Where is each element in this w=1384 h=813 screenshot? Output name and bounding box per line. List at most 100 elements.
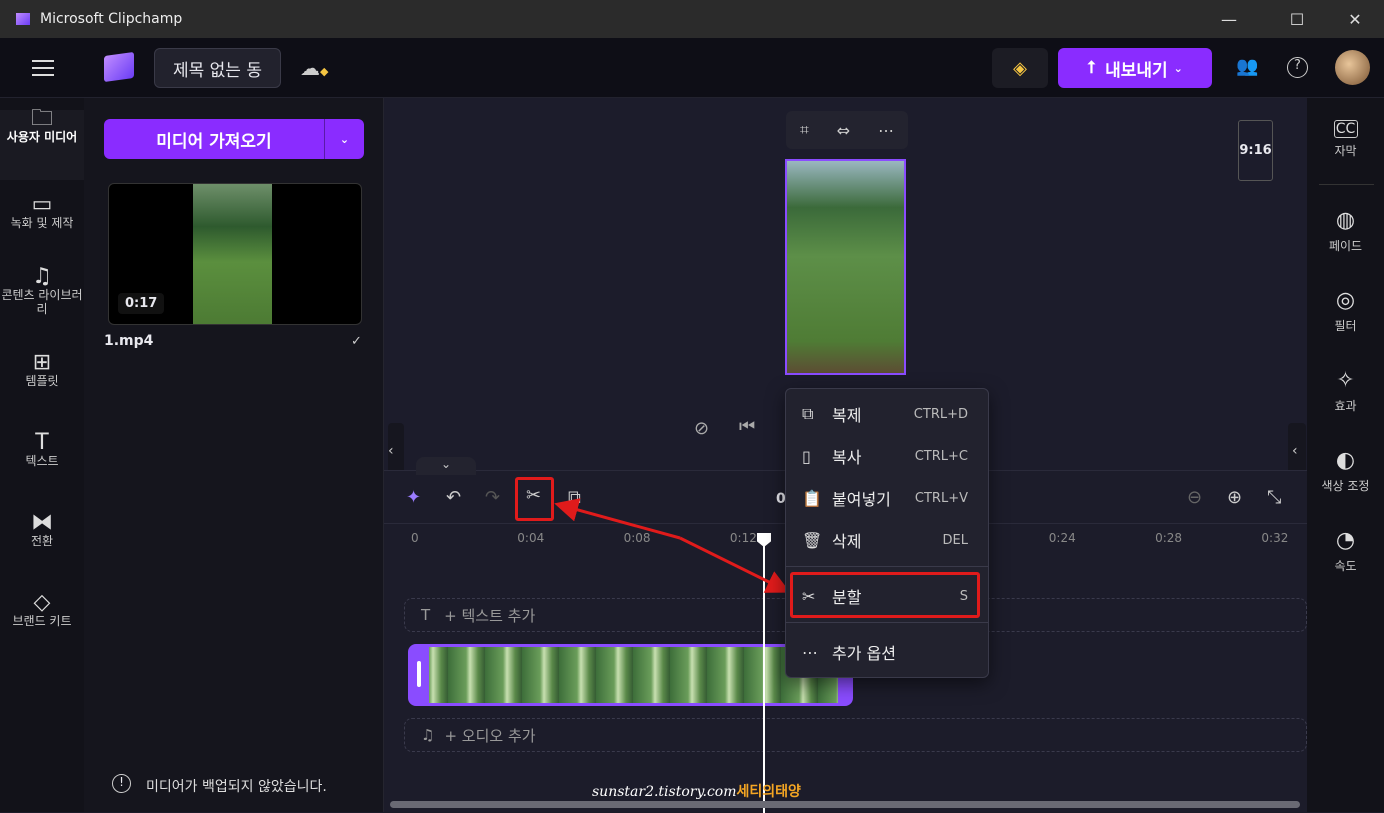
fade-icon: ◍ (1335, 208, 1356, 233)
menu-item-label: 추가 옵션 (832, 644, 896, 663)
fit-icon[interactable]: ⇔ (837, 121, 850, 140)
playhead[interactable] (763, 533, 765, 813)
menu-shortcut: CTRL+D (913, 406, 968, 422)
camera-icon: ▭ (31, 192, 53, 217)
tick-label: 0:24 (1048, 531, 1076, 545)
window-title: Microsoft Clipchamp (40, 11, 183, 27)
more-icon: ⋯ (802, 642, 818, 662)
playhead-handle[interactable] (757, 533, 771, 547)
watermark-site: sunstar2.tistory.com (592, 784, 737, 800)
nav-record-create[interactable]: ▭ 녹화 및 제작 (0, 192, 84, 231)
more-icon[interactable]: ⋯ (878, 121, 894, 140)
nav-label: 사용자 미디어 (6, 130, 78, 144)
nav-effects[interactable]: ✧ 효과 (1307, 368, 1384, 414)
cloud-off-icon[interactable]: ☁◆ (300, 56, 328, 80)
tick-label: 0:32 (1261, 531, 1289, 545)
nav-captions[interactable]: CC 자막 (1307, 120, 1384, 159)
menu-item-duplicate[interactable]: ⧉ 복제 CTRL+D (786, 394, 988, 434)
undo-icon[interactable]: ↶ (446, 487, 461, 508)
nav-text[interactable]: T 텍스트 (0, 430, 84, 469)
nav-label: 녹화 및 제작 (10, 216, 74, 230)
right-sidebar: CC 자막 ◍ 페이드 ◎ 필터 ✧ 효과 ◐ 색상 조정 ◔ 속도 (1307, 98, 1384, 812)
menu-icon[interactable] (32, 60, 54, 76)
check-circle-icon: ✓ (351, 334, 362, 349)
nav-speed[interactable]: ◔ 속도 (1307, 528, 1384, 574)
nav-templates[interactable]: ⊞ 템플릿 (0, 350, 84, 389)
menu-item-copy[interactable]: ▯ 복사 CTRL+C (786, 436, 988, 476)
minimize-button[interactable]: — (1206, 0, 1252, 38)
text-icon: T (421, 606, 431, 624)
duplicate-icon: ⧉ (802, 404, 814, 423)
feedback-icon[interactable]: 👥 (1236, 56, 1258, 77)
media-thumbnail[interactable]: 0:17 (108, 183, 362, 325)
trash-icon: 🗑 (802, 530, 823, 550)
import-media-button[interactable]: 미디어 가져오기 ⌄ (104, 119, 364, 159)
fit-timeline-icon[interactable]: ⤡ (1267, 487, 1281, 508)
nav-content-library[interactable]: ♫ 콘텐츠 라이브러리 (0, 266, 84, 317)
nav-label: 템플릿 (25, 374, 59, 388)
effects-wand-icon: ✧ (1336, 368, 1355, 393)
export-button[interactable]: ⭡ 내보내기 ⌄ (1058, 48, 1212, 88)
chevron-down-icon[interactable]: ⌄ (324, 119, 364, 159)
nav-label: 색상 조정 (1321, 479, 1370, 493)
menu-item-paste[interactable]: 📋 붙여넣기 CTRL+V (786, 478, 988, 518)
crop-icon[interactable]: ⌗ (800, 120, 809, 140)
nav-label: 브랜드 키트 (12, 614, 72, 628)
highlight-box (515, 477, 554, 521)
redo-icon[interactable]: ↷ (485, 487, 500, 508)
help-icon[interactable]: ? (1287, 57, 1308, 78)
menu-item-label: 복사 (832, 448, 862, 467)
nav-filters[interactable]: ◎ 필터 (1307, 288, 1384, 334)
nav-fade[interactable]: ◍ 페이드 (1307, 208, 1384, 254)
skip-back-icon[interactable]: ⏮ (739, 416, 755, 437)
menu-divider (786, 566, 988, 567)
menu-item-label: 붙여넣기 (832, 490, 891, 509)
left-sidebar: 🗀 사용자 미디어 ▭ 녹화 및 제작 ♫ 콘텐츠 라이브러리 ⊞ 템플릿 T 텍스트 ⧓… (0, 98, 84, 812)
horizontal-scrollbar[interactable] (390, 801, 1300, 808)
nav-color-adjust[interactable]: ◐ 색상 조정 (1307, 448, 1384, 494)
cc-icon: CC (1333, 120, 1358, 138)
zoom-out-icon[interactable]: ⊖ (1187, 487, 1202, 508)
backup-notice[interactable]: 미디어가 백업되지 않았습니다. (146, 776, 327, 796)
project-title-input[interactable]: 제목 없는 동 (154, 48, 281, 88)
tick-label: 0:28 (1155, 531, 1183, 545)
copy-icon: ▯ (802, 446, 811, 466)
menu-shortcut: CTRL+C (914, 448, 968, 464)
menu-shortcut: DEL (942, 532, 968, 548)
paste-icon: 📋 (802, 488, 822, 508)
nav-label: 전환 (30, 534, 54, 548)
text-icon: T (35, 430, 49, 455)
color-adjust-icon: ◐ (1335, 448, 1356, 473)
close-button[interactable]: ✕ (1332, 0, 1378, 38)
trim-handle-left[interactable] (411, 647, 429, 703)
camera-off-icon[interactable]: ⊘ (694, 418, 709, 439)
menu-shortcut: CTRL+V (914, 490, 968, 506)
upload-icon: ⭡ (1087, 58, 1096, 78)
ai-sparkle-icon[interactable]: ✦ (406, 487, 421, 508)
aspect-ratio-button[interactable]: 9:16 (1238, 120, 1273, 181)
app-header: 제목 없는 동 ☁◆ ◈ ⭡ 내보내기 ⌄ 👥 ? (0, 38, 1384, 98)
nav-brand-kit[interactable]: ◇ 브랜드 키트 (0, 592, 84, 629)
menu-divider (786, 622, 988, 623)
premium-diamond-button[interactable]: ◈ (992, 48, 1048, 88)
filter-icon: ◎ (1335, 288, 1356, 313)
template-icon: ⊞ (32, 350, 52, 375)
duplicate-icon[interactable]: ⧉ (568, 487, 581, 508)
video-preview[interactable] (785, 159, 906, 375)
avatar[interactable] (1335, 50, 1370, 85)
nav-my-media[interactable]: 🗀 사용자 미디어 (0, 108, 84, 180)
nav-label: 필터 (1334, 319, 1357, 333)
chevron-down-icon: ⌄ (1173, 61, 1183, 75)
nav-transitions[interactable]: ⧓ 전환 (0, 512, 84, 549)
add-audio-track[interactable]: ♫ + 오디오 추가 (404, 718, 1307, 752)
watermark: sunstar2.tistory.com세티의태양 (592, 781, 801, 801)
divider (1319, 184, 1374, 185)
tick-label: 0:12 (729, 531, 757, 545)
menu-item-more-options[interactable]: ⋯ 추가 옵션 (786, 632, 988, 672)
menu-item-delete[interactable]: 🗑 삭제 DEL (786, 520, 988, 560)
tick-label: 0:08 (623, 531, 651, 545)
maximize-button[interactable]: ☐ (1274, 0, 1320, 38)
zoom-in-icon[interactable]: ⊕ (1227, 487, 1242, 508)
collapse-timeline-button[interactable]: ⌄ (416, 457, 476, 475)
duration-badge: 0:17 (118, 293, 165, 314)
